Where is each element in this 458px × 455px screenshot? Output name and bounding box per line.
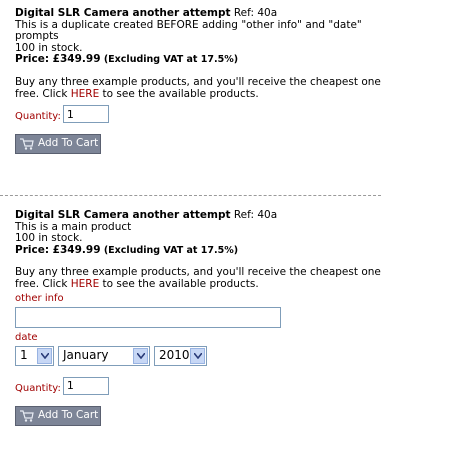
offer-prefix: free. Click — [15, 87, 71, 100]
year-value: 2010 — [159, 347, 190, 362]
quantity-input[interactable] — [62, 376, 109, 395]
offer-here-link[interactable]: HERE — [71, 88, 99, 100]
offer-line-2: free. Click HERE to see the available pr… — [15, 277, 445, 291]
offer-text: Buy any three example products, and you'… — [15, 267, 445, 290]
add-to-cart-button[interactable]: Add To Cart — [15, 405, 101, 426]
product-title: Digital SLR Camera another attempt — [15, 209, 231, 221]
quantity-row: Quantity: — [15, 105, 445, 124]
other-info-input[interactable] — [15, 307, 281, 329]
date-label: date — [15, 332, 38, 344]
product-title-line: Digital SLR Camera another attempt Ref: … — [15, 209, 445, 222]
day-select[interactable]: 1 — [15, 345, 54, 366]
price-line: Price: £349.99 (Excluding VAT at 17.5%) — [15, 243, 445, 257]
product-ref: Ref: 40a — [233, 7, 278, 19]
chevron-down-icon[interactable] — [190, 347, 205, 364]
product-block-2: Digital SLR Camera another attempt Ref: … — [15, 209, 445, 426]
quantity-input[interactable] — [62, 105, 109, 124]
price: Price: £349.99 — [15, 53, 101, 66]
quantity-row: Quantity: — [15, 376, 445, 395]
price-line: Price: £349.99 (Excluding VAT at 17.5%) — [15, 54, 445, 66]
day-value: 1 — [20, 347, 28, 362]
quantity-label: Quantity: — [15, 111, 61, 123]
offer-suffix: to see the available products. — [99, 277, 259, 290]
product-divider — [0, 195, 381, 196]
product-title-line: Digital SLR Camera another attempt Ref: … — [15, 7, 445, 20]
cart-icon — [20, 410, 34, 422]
chevron-down-icon[interactable] — [133, 347, 148, 364]
month-value: January — [63, 347, 109, 362]
offer-here-link[interactable]: HERE — [71, 278, 99, 290]
date-selectors: 1 January 2010 — [15, 345, 445, 366]
price: Price: £349.99 — [15, 243, 101, 256]
price-note: (Excluding VAT at 17.5%) — [103, 54, 239, 66]
product-ref: Ref: 40a — [233, 209, 278, 221]
offer-text: Buy any three example products, and you'… — [15, 76, 445, 101]
quantity-label: Quantity: — [15, 382, 61, 394]
other-info-label: other info — [15, 292, 64, 304]
offer-line-2: free. Click HERE to see the available pr… — [15, 87, 445, 101]
chevron-down-icon[interactable] — [37, 347, 52, 364]
product-block-1: Digital SLR Camera another attempt Ref: … — [15, 7, 445, 155]
product-description-line: This is a duplicate created BEFORE addin… — [15, 18, 362, 31]
offer-prefix: free. Click — [15, 277, 71, 290]
year-select[interactable]: 2010 — [154, 345, 207, 366]
add-to-cart-button[interactable]: Add To Cart — [15, 134, 101, 155]
price-note: (Excluding VAT at 17.5%) — [103, 244, 239, 256]
month-select[interactable]: January — [58, 345, 150, 366]
add-to-cart-label: Add To Cart — [38, 137, 99, 150]
offer-suffix: to see the available products. — [99, 87, 259, 100]
product-title: Digital SLR Camera another attempt — [15, 7, 231, 19]
add-to-cart-label: Add To Cart — [38, 408, 99, 421]
cart-icon — [20, 138, 34, 150]
